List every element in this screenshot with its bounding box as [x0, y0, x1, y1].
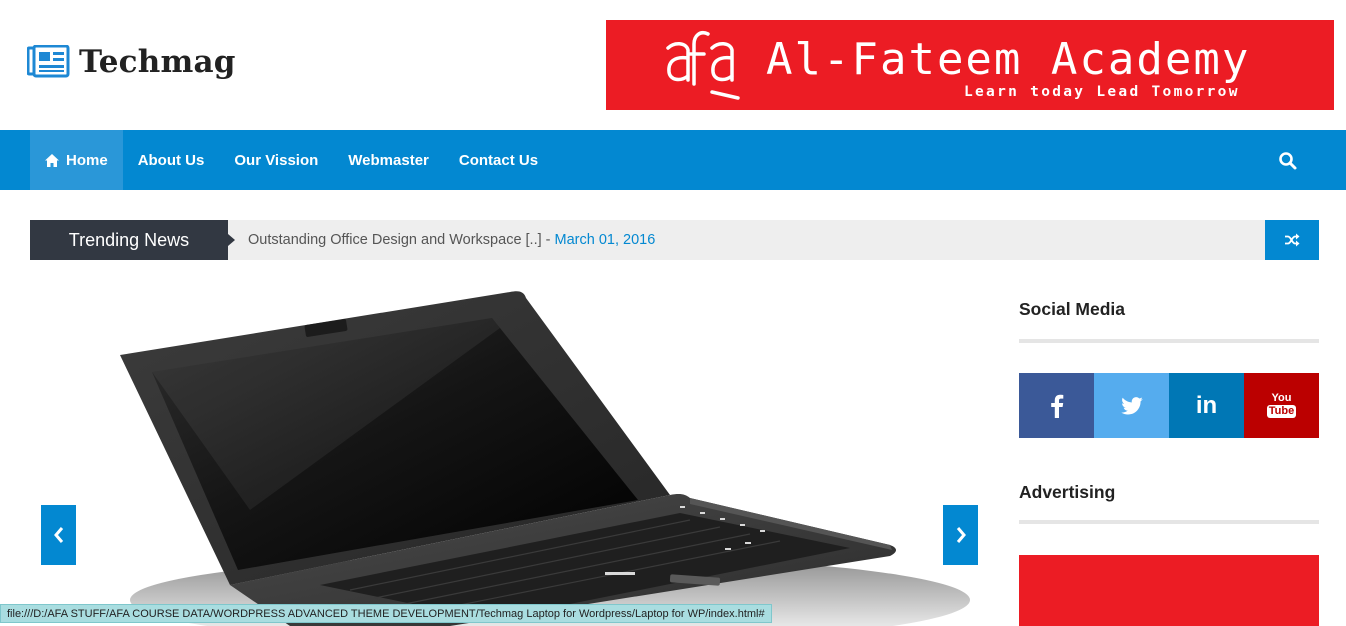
nav-item-label: About Us	[137, 151, 205, 169]
chevron-right-icon	[956, 527, 966, 543]
trending-headline: Outstanding Office Design and Workspace …	[248, 232, 551, 248]
newspaper-icon	[27, 45, 70, 78]
trending-headline-link[interactable]: Outstanding Office Design and Workspace …	[248, 220, 655, 260]
twitter-icon	[1120, 396, 1143, 414]
twitter-button[interactable]	[1094, 373, 1169, 438]
social-media-title: Social Media	[1019, 299, 1126, 319]
nav-item-label: Home	[66, 151, 108, 169]
afa-logo	[666, 31, 740, 100]
nav-item-label: Webmaster	[348, 151, 429, 169]
home-icon	[45, 153, 59, 167]
nav-item-label: Contact Us	[458, 151, 539, 169]
youtube-icon-you: You	[1271, 392, 1292, 404]
facebook-icon	[1050, 394, 1063, 418]
shuffle-icon	[1285, 233, 1300, 247]
youtube-button[interactable]: You Tube	[1244, 373, 1319, 438]
advertising-title: Advertising	[1019, 482, 1116, 502]
youtube-icon-tube: Tube	[1266, 405, 1297, 418]
shuffle-button[interactable]	[1265, 220, 1319, 260]
nav-item-home[interactable]: Home	[30, 130, 123, 190]
social-media-divider	[1019, 339, 1319, 343]
search-icon[interactable]	[1277, 150, 1299, 172]
slider-next-button[interactable]	[943, 505, 978, 565]
youtube-icon: You Tube	[1266, 392, 1297, 418]
chevron-left-icon	[53, 527, 63, 543]
nav-item-label: Our Vission	[234, 151, 319, 169]
sidebar-ad[interactable]	[1019, 555, 1319, 626]
linkedin-icon: in	[1195, 391, 1218, 419]
browser-status-url: file:///D:/AFA STUFF/AFA COURSE DATA/WOR…	[0, 604, 772, 623]
nav-item-contact-us[interactable]: Contact Us	[444, 130, 553, 190]
slider-prev-button[interactable]	[41, 505, 76, 565]
linkedin-button[interactable]: in	[1169, 373, 1244, 438]
banner-title: Al-Fateem Academy	[766, 34, 1251, 85]
banner-tagline: Learn today Lead Tomorrow	[964, 84, 1240, 100]
featured-slider	[30, 280, 990, 626]
trending-label: Trending News	[30, 220, 228, 260]
header-banner-ad[interactable]: Al-Fateem Academy Learn today Lead Tomor…	[606, 20, 1334, 110]
trending-date: March 01, 2016	[554, 232, 656, 248]
trending-label-arrow	[228, 234, 235, 246]
laptop-image	[120, 291, 970, 626]
trending-news-bar: Trending News Outstanding Office Design …	[30, 220, 1319, 260]
main-nav: Home About Us Our Vission Webmaster Cont…	[0, 130, 1346, 190]
nav-menu: Home About Us Our Vission Webmaster Cont…	[30, 130, 553, 190]
nav-item-our-vission[interactable]: Our Vission	[219, 130, 333, 190]
site-logo[interactable]: Techmag	[27, 44, 236, 80]
nav-item-about-us[interactable]: About Us	[123, 130, 220, 190]
social-media-buttons: in You Tube	[1019, 373, 1319, 438]
advertising-divider	[1019, 520, 1319, 524]
nav-item-webmaster[interactable]: Webmaster	[333, 130, 444, 190]
page: Techmag Al-Fateem Academy Learn today Le…	[0, 0, 1346, 626]
facebook-button[interactable]	[1019, 373, 1094, 438]
site-title: Techmag	[79, 44, 236, 80]
